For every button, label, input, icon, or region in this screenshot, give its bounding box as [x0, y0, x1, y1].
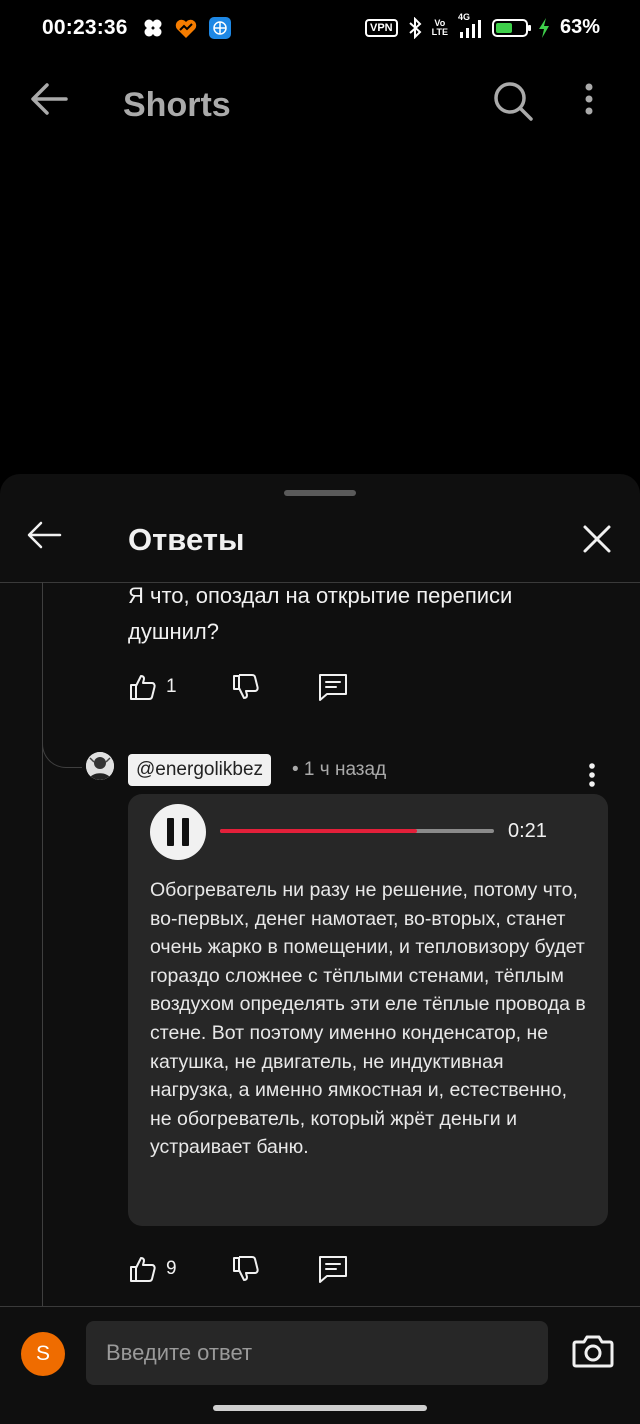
author-handle[interactable]: @energolikbez	[128, 754, 272, 786]
comment-icon	[318, 674, 347, 701]
voice-reply-card: 0:21 Обогреватель ни разу не решение, по…	[128, 794, 608, 1226]
voice-duration: 0:21	[508, 820, 547, 842]
thumb-up-icon	[130, 1257, 156, 1282]
comment-timestamp: • 1 ч назад	[292, 759, 387, 780]
dislike-button[interactable]	[231, 672, 261, 702]
thumb-up-icon	[130, 675, 156, 700]
like-count: 1	[166, 676, 177, 697]
status-bar: 00:23:36 VPN Vo LTE 4G 63%	[0, 0, 640, 56]
sheet-title: Ответы	[128, 522, 245, 557]
comment-more-icon[interactable]	[588, 762, 596, 788]
charging-bolt-icon	[538, 17, 550, 38]
comment-icon	[318, 1256, 347, 1283]
comment-text: Я что, опоздал на открытие переписи душн…	[128, 583, 513, 644]
system-icons: VPN Vo LTE 4G 63%	[365, 12, 600, 39]
globe-app-icon	[208, 16, 232, 40]
voice-transcript: Обогреватель ни разу не решение, потому …	[150, 879, 586, 1159]
heart-app-icon	[174, 17, 198, 39]
reply-input[interactable]	[86, 1321, 548, 1385]
thread-line	[42, 582, 43, 1306]
reply-button[interactable]	[317, 672, 349, 702]
camera-icon[interactable]	[572, 1333, 614, 1369]
playback-progress[interactable]	[220, 829, 494, 833]
pause-icon	[167, 818, 174, 846]
dislike-button[interactable]	[231, 1254, 261, 1284]
like-count: 9	[166, 1258, 177, 1279]
bluetooth-icon	[408, 16, 422, 39]
thumb-down-icon	[232, 674, 259, 699]
avatar[interactable]	[86, 752, 114, 780]
battery-icon	[491, 18, 531, 37]
notification-icons	[142, 16, 232, 40]
playback-progress-played	[220, 829, 418, 833]
signal-icon: 4G	[458, 12, 482, 38]
like-button[interactable]: 9	[128, 1254, 177, 1284]
sheet-drag-handle[interactable]	[284, 490, 356, 496]
reply-button[interactable]	[317, 1254, 349, 1284]
like-button[interactable]: 1	[128, 672, 177, 702]
close-icon[interactable]	[580, 522, 614, 556]
comment-actions: 9	[128, 1254, 349, 1284]
sheet-back-arrow-icon[interactable]	[26, 520, 62, 550]
top-app-bar: Shorts	[0, 60, 640, 148]
sheet-header: Ответы	[0, 504, 640, 583]
reply-composer: S	[0, 1306, 640, 1424]
home-indicator[interactable]	[213, 1405, 427, 1411]
pause-button[interactable]	[150, 804, 206, 860]
search-icon[interactable]	[492, 80, 534, 122]
more-vert-icon[interactable]	[584, 82, 594, 116]
comment-actions: 1	[128, 672, 349, 702]
page-title: Shorts	[123, 86, 231, 124]
dots-cluster-icon	[142, 18, 164, 38]
battery-percent: 63%	[559, 16, 600, 38]
clock: 00:23:36	[42, 16, 128, 39]
thumb-down-icon	[232, 1256, 259, 1281]
vpn-badge: VPN	[365, 18, 398, 37]
user-avatar[interactable]: S	[21, 1332, 65, 1376]
volte-indicator: Vo LTE	[431, 17, 448, 37]
back-arrow-icon[interactable]	[30, 82, 68, 116]
